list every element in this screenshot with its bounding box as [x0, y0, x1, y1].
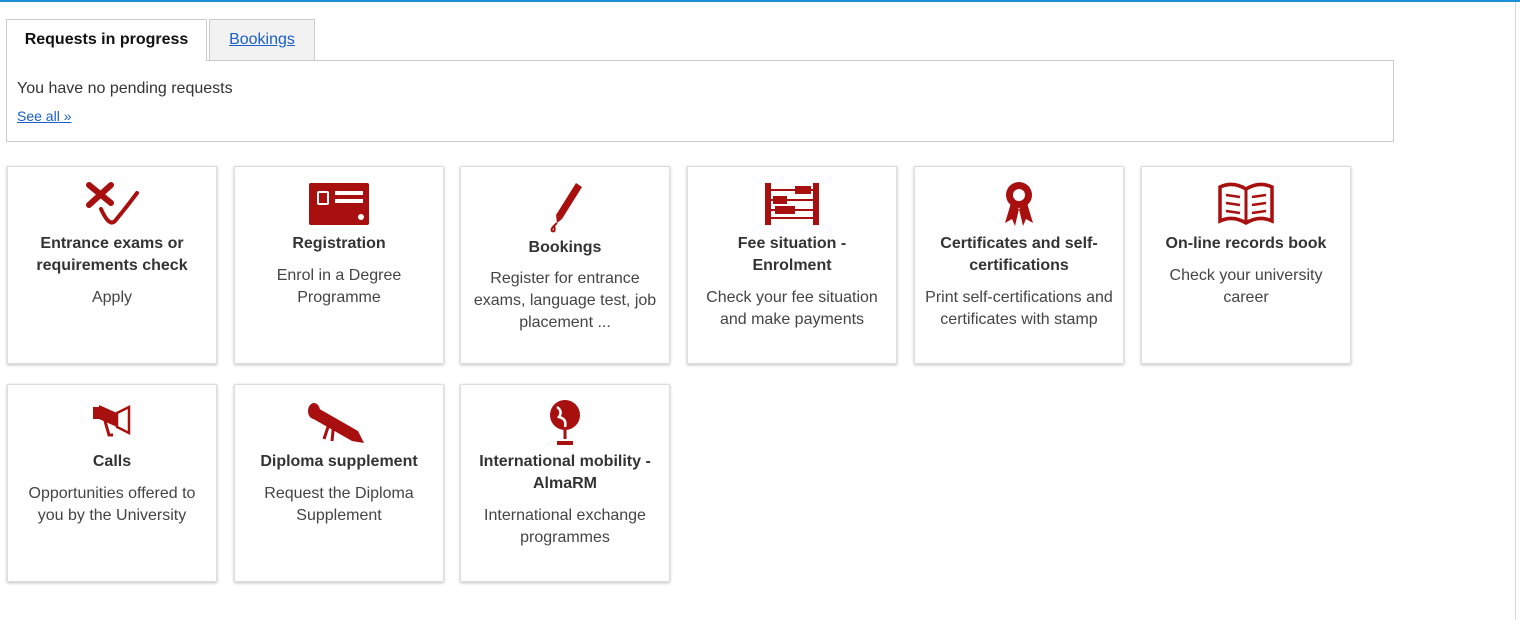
no-pending-requests-text: You have no pending requests [17, 80, 233, 97]
card-certificates[interactable]: Certificates and self-certifications Pri… [914, 166, 1124, 364]
open-book-icon [1142, 179, 1350, 229]
card-international-mobility[interactable]: International mobility - AlmaRM Internat… [460, 384, 670, 582]
card-title: Entrance exams or requirements check [36, 235, 188, 274]
card-fee-situation[interactable]: Fee situation - Enrolment Check your fee… [687, 166, 897, 364]
see-all-link[interactable]: See all » [17, 108, 71, 124]
card-bookings[interactable]: Bookings Register for entrance exams, la… [460, 166, 670, 364]
pen-icon [461, 179, 669, 233]
tab-bookings[interactable]: Bookings [209, 19, 315, 60]
card-registration[interactable]: Registration Enrol in a Degree Programme [234, 166, 444, 364]
card-description: Print self-certifications and certificat… [925, 289, 1113, 328]
card-title: Certificates and self-certifications [940, 235, 1098, 274]
card-title: Diploma supplement [260, 453, 418, 470]
ribbon-icon [915, 179, 1123, 229]
top-accent-line [0, 0, 1520, 2]
card-diploma-supplement[interactable]: Diploma supplement Request the Diploma S… [234, 384, 444, 582]
card-title: Bookings [528, 239, 602, 256]
card-description: Register for entrance exams, language te… [473, 270, 657, 331]
card-title: Fee situation - Enrolment [737, 235, 847, 274]
card-description: Request the Diploma Supplement [264, 485, 414, 524]
card-title: Calls [92, 453, 132, 470]
card-description: Enrol in a Degree Programme [276, 267, 402, 306]
id-card-icon [235, 179, 443, 229]
card-description: Opportunities offered to you by the Univ… [28, 485, 196, 524]
tab-requests-in-progress[interactable]: Requests in progress [6, 19, 207, 61]
megaphone-icon [8, 397, 216, 447]
card-title: International mobility - AlmaRM [479, 453, 651, 492]
card-calls[interactable]: Calls Opportunities offered to you by th… [7, 384, 217, 582]
globe-icon [461, 397, 669, 447]
diploma-scroll-icon [235, 397, 443, 447]
abacus-icon [688, 179, 896, 229]
card-title: Registration [292, 235, 386, 252]
card-title: On-line records book [1165, 235, 1327, 252]
check-mark-icon [8, 179, 216, 229]
card-description: Check your university career [1169, 267, 1323, 306]
card-online-records-book[interactable]: On-line records book Check your universi… [1141, 166, 1351, 364]
card-description: International exchange programmes [484, 507, 646, 546]
card-description: Check your fee situation and make paymen… [706, 289, 878, 328]
right-border [1515, 2, 1516, 620]
requests-panel: You have no pending requests See all » [6, 60, 1394, 142]
card-entrance-exams[interactable]: Entrance exams or requirements check App… [7, 166, 217, 364]
card-description: Apply [91, 289, 133, 306]
